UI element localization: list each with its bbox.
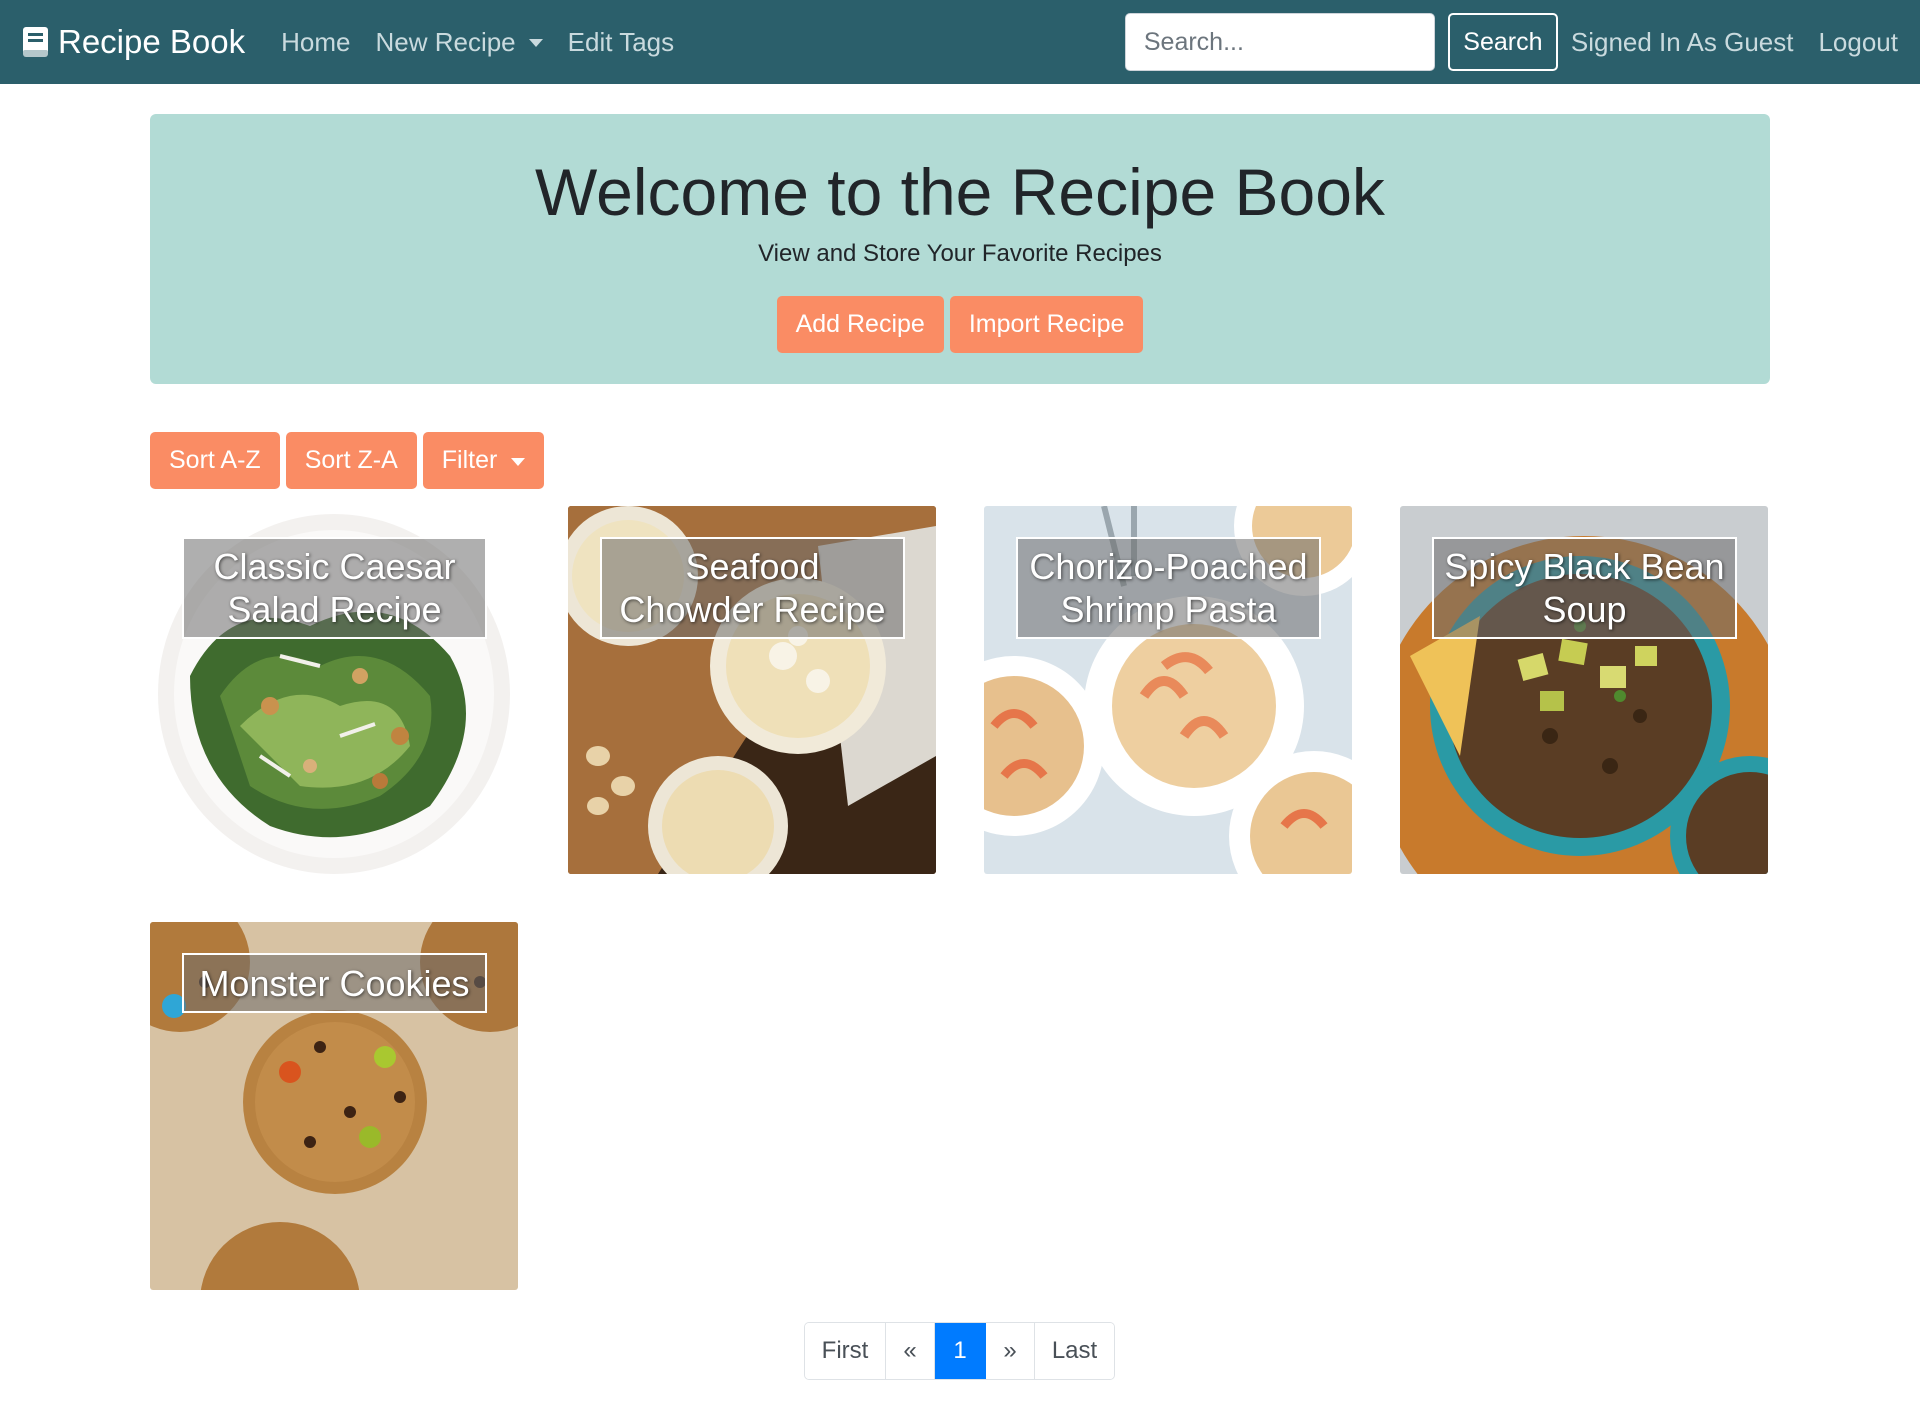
brand-link[interactable]: Recipe Book (22, 23, 245, 61)
recipe-card[interactable]: Seafood Chowder Recipe (568, 506, 936, 874)
sort-az-button[interactable]: Sort A-Z (150, 432, 280, 489)
nav-new-recipe-dropdown[interactable]: New Recipe (375, 26, 543, 58)
recipe-card[interactable]: Monster Cookies (150, 922, 518, 1290)
page-last-link[interactable]: Last (1035, 1323, 1114, 1379)
user-status-link[interactable]: Signed In As Guest (1571, 27, 1794, 58)
filter-dropdown-button[interactable]: Filter (422, 432, 545, 489)
page-current-link[interactable]: 1 (935, 1323, 986, 1379)
page-next-link[interactable]: » (986, 1323, 1035, 1379)
sort-za-button[interactable]: Sort Z-A (285, 432, 417, 489)
page-first-link[interactable]: First (805, 1323, 886, 1379)
filter-label: Filter (441, 446, 498, 474)
add-recipe-button[interactable]: Add Recipe (776, 296, 944, 353)
recipe-card-title: Spicy Black Bean Soup (1432, 537, 1737, 639)
nav-right-group: Search Signed In As Guest Logout (1124, 13, 1898, 71)
chevron-down-icon (528, 39, 543, 47)
recipe-card-title: Chorizo-Poached Shrimp Pasta (1016, 537, 1321, 639)
recipe-card-title: Seafood Chowder Recipe (600, 537, 905, 639)
recipe-card[interactable]: Chorizo-Poached Shrimp Pasta (984, 506, 1352, 874)
recipe-card[interactable]: Classic Caesar Salad Recipe (150, 506, 518, 874)
logout-link[interactable]: Logout (1818, 27, 1898, 58)
hero-banner: Welcome to the Recipe Book View and Stor… (150, 114, 1770, 384)
hero-buttons: Add Recipe Import Recipe (150, 296, 1770, 353)
nav-home-link[interactable]: Home (281, 27, 350, 58)
search-input[interactable] (1124, 13, 1435, 71)
hero-subtitle: View and Store Your Favorite Recipes (758, 240, 1162, 267)
chevron-down-icon (511, 457, 526, 466)
import-recipe-button[interactable]: Import Recipe (949, 296, 1144, 353)
recipe-card[interactable]: Spicy Black Bean Soup (1400, 506, 1768, 874)
nav-new-recipe-label: New Recipe (375, 26, 516, 57)
navbar: Recipe Book Home New Recipe Edit Tags Se… (0, 0, 1920, 84)
nav-edit-tags-link[interactable]: Edit Tags (568, 27, 674, 58)
recipe-card-title: Classic Caesar Salad Recipe (182, 537, 487, 639)
brand-text: Recipe Book (58, 23, 246, 60)
hero-title: Welcome to the Recipe Book (535, 155, 1385, 229)
page-prev-link[interactable]: « (886, 1323, 935, 1379)
sort-filter-controls: Sort A-Z Sort Z-A Filter (150, 432, 545, 489)
search-button[interactable]: Search (1447, 13, 1558, 71)
pagination: First « 1 » Last (804, 1322, 1115, 1380)
book-icon (22, 26, 49, 58)
recipe-card-title: Monster Cookies (182, 953, 487, 1013)
